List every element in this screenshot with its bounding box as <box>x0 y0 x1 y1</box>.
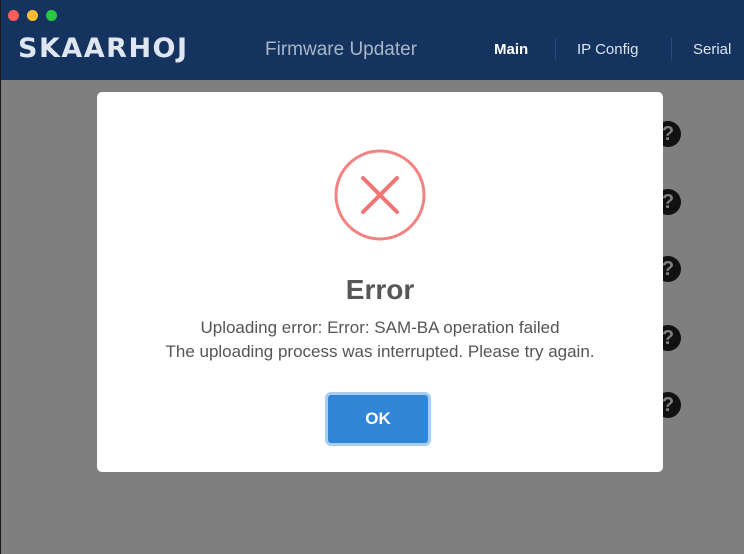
ok-button-label: OK <box>328 395 428 443</box>
nav-tab-main[interactable]: Main <box>494 41 528 58</box>
nav-separator <box>555 38 556 60</box>
title-bar: SKAARHOJ Firmware Updater Main IP Config… <box>1 0 744 80</box>
dialog-title: Error <box>345 274 415 305</box>
maximize-window-button[interactable] <box>46 10 57 21</box>
nav-separator <box>671 38 672 60</box>
app-window: SKAARHOJ Firmware Updater Main IP Config… <box>0 0 744 554</box>
ok-button[interactable]: OK <box>325 392 431 446</box>
close-window-button[interactable] <box>8 10 19 21</box>
dialog-message-line-2: The uploading process was interrupted. P… <box>165 342 595 361</box>
nav-tab-serial[interactable]: Serial <box>693 41 731 58</box>
dialog-message-line-1: Uploading error: Error: SAM-BA operation… <box>200 318 560 337</box>
app-title: Firmware Updater <box>265 39 418 60</box>
nav-tab-ip-config[interactable]: IP Config <box>577 41 638 58</box>
error-x-icon <box>334 149 426 241</box>
error-dialog: Error Uploading error: Error: SAM-BA ope… <box>97 92 663 472</box>
minimize-window-button[interactable] <box>27 10 38 21</box>
brand-logo: SKAARHOJ <box>18 33 189 64</box>
